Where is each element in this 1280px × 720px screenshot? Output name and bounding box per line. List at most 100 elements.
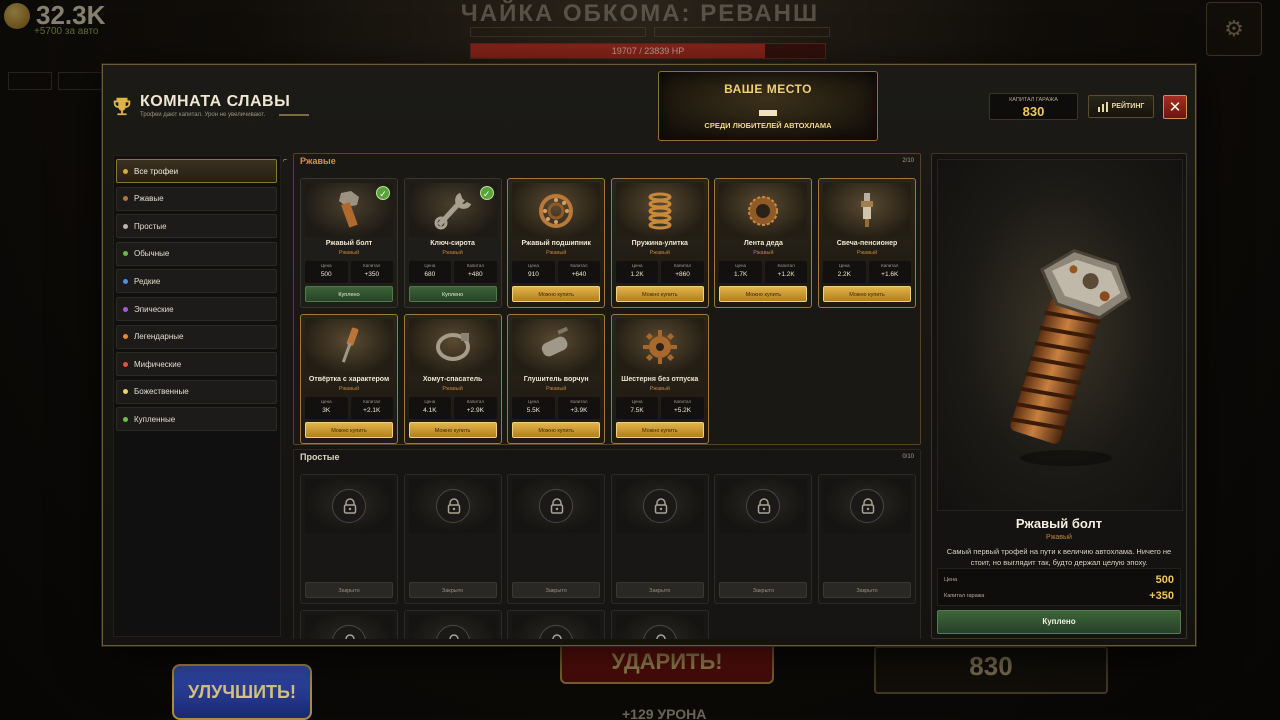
trophy-stats: Цена 680 Капитал +480 <box>408 261 497 283</box>
title-underline <box>279 114 309 116</box>
modal-subtitle: Трофеи дают капитал. Урон не увеличивают… <box>140 112 266 118</box>
capital-stat: Капитал +640 <box>557 261 601 283</box>
sidebar-item[interactable]: Легендарные <box>116 324 277 349</box>
clamp-icon <box>435 333 470 361</box>
capital-value: +3.9K <box>570 407 588 414</box>
sidebar-item[interactable]: Эпические <box>116 297 277 321</box>
sidebar-item[interactable]: Ржавые <box>116 186 277 211</box>
locked-trophy-image <box>615 615 704 639</box>
trophy-list[interactable]: Ржавые 2/10 ✓ Ржавый болт Ржавый Цена 500 Капит… <box>291 153 923 639</box>
buy-button[interactable]: Можно купить <box>823 286 911 302</box>
locked-button: Закрыто <box>408 582 497 598</box>
rusty-bolt-icon <box>1009 248 1132 466</box>
collapse-icon[interactable]: ⌐ <box>283 157 291 165</box>
price-label: Цена <box>424 263 436 268</box>
trophy-card[interactable]: Хомут-спасатель Ржавый Цена 4.1K Капитал +2.9… <box>403 314 502 444</box>
muffler-icon <box>542 326 569 357</box>
trophy-image: ✓ <box>305 183 393 237</box>
trophy-card[interactable]: ✓ Ржавый болт Ржавый Цена 500 Капитал +350 Купл… <box>300 178 398 308</box>
sidebar-item-label: Обычные <box>134 249 170 259</box>
buy-button[interactable]: Можно купить <box>615 286 704 302</box>
capital-label: Капитал <box>363 263 381 268</box>
buy-button[interactable]: Можно купить <box>305 422 393 438</box>
detail-price-row: Цена 500 <box>944 572 1174 588</box>
buy-button[interactable]: Можно купить <box>408 422 497 438</box>
sidebar-item-label: Ржавые <box>134 194 164 204</box>
price-label: Цена <box>735 263 747 268</box>
buy-button[interactable]: Можно купить <box>719 286 808 302</box>
trophy-stats: Цена 1.2K Капитал +860 <box>615 261 704 283</box>
modal-header: КОМНАТА СЛАВЫ Трофеи дают капитал. Урон … <box>103 65 1195 149</box>
your-place-title: ВАШЕ МЕСТО <box>724 82 812 96</box>
trophy-card[interactable]: Отвёртка с характером Ржавый Цена 3K Капитал… <box>300 314 398 444</box>
rating-button[interactable]: РЕЙТИНГ <box>1088 95 1154 118</box>
capital-stat: Капитал +860 <box>661 261 704 283</box>
sidebar-item[interactable]: Купленные <box>116 407 277 432</box>
category-dot-icon <box>123 168 128 174</box>
trophy-name: Свеча-пенсионер <box>836 240 898 247</box>
sidebar-item[interactable]: Простые <box>116 214 277 239</box>
locked-trophy-image <box>719 479 808 533</box>
trophy-card[interactable]: Ржавый подшипник Ржавый Цена 910 Капитал +640… <box>507 178 606 308</box>
trophy-card[interactable]: Шестерня без отпуска Ржавый Цена 7.5K Капита… <box>610 314 709 444</box>
lock-ring <box>642 625 677 639</box>
detail-description: Самый первый трофей на пути к величию ав… <box>946 547 1172 567</box>
trophy-name: Пружина-улитка <box>631 240 688 247</box>
trophy-image <box>512 319 601 373</box>
settings-gear-icon[interactable]: ⚙ <box>1206 2 1262 56</box>
detail-price-label: Цена <box>944 577 958 583</box>
trophy-card[interactable]: Лента деда Ржавый Цена 1.7K Капитал +1.2K Можн… <box>714 178 813 308</box>
category-dot-icon <box>123 251 128 257</box>
sidebar-item-label: Редкие <box>134 276 161 286</box>
check-icon: ✓ <box>376 186 390 200</box>
trophy-rarity: Ржавый <box>753 250 774 256</box>
trophy-stats: Цена 500 Капитал +350 <box>305 261 393 283</box>
trophy-detail-panel: Ржавый болт Ржавый Самый первый трофей н… <box>931 153 1187 639</box>
capital-label: Капитал <box>777 263 795 268</box>
price-label: Цена <box>631 399 643 404</box>
your-place-value <box>759 110 777 116</box>
sidebar-item[interactable]: Обычные <box>116 241 277 266</box>
detail-capital-row: Капитал гаража +350 <box>944 588 1174 604</box>
sidebar-item[interactable]: Божественные <box>116 379 277 404</box>
trophy-card[interactable]: Глушитель ворчун Ржавый Цена 5.5K Капитал +3.… <box>507 314 606 444</box>
upgrade-button[interactable]: УЛУЧШИТЬ! <box>172 664 312 720</box>
hall-of-fame-modal: КОМНАТА СЛАВЫ Трофеи дают капитал. Урон … <box>102 64 1196 646</box>
trophy-preview <box>937 159 1183 511</box>
locked-button: Закрыто <box>615 582 704 598</box>
hit-button[interactable]: УДАРИТЬ! <box>560 640 774 684</box>
buy-button[interactable]: Можно купить <box>615 422 704 438</box>
close-button[interactable]: ✕ <box>1163 95 1187 119</box>
bolt-icon <box>339 191 359 228</box>
sidebar-item[interactable]: Мифические <box>116 352 277 377</box>
locked-trophy-card: Закрыто <box>507 610 606 639</box>
sidebar-item[interactable]: Редкие <box>116 269 277 294</box>
trophy-card[interactable]: ✓ Ключ-сирота Ржавый Цена 680 Капитал +480 Купл… <box>403 178 502 308</box>
trophy-icon <box>113 97 131 116</box>
bought-button[interactable]: Куплено <box>408 286 497 302</box>
spring-icon <box>648 192 672 230</box>
price-value: 500 <box>320 271 332 278</box>
category-sidebar: Все трофеи Ржавые Простые Обычные Редкие Эпич… <box>113 155 281 637</box>
trophy-card[interactable]: Свеча-пенсионер Ржавый Цена 2.2K Капитал +1.6… <box>818 178 916 308</box>
detail-bought-button[interactable]: Куплено <box>937 610 1181 634</box>
bought-button[interactable]: Куплено <box>305 286 393 302</box>
capital-value: +860 <box>675 271 690 278</box>
buy-button[interactable]: Можно купить <box>512 422 601 438</box>
trophy-name: Ржавый подшипник <box>521 240 591 247</box>
trophy-card[interactable]: Пружина-улитка Ржавый Цена 1.2K Капитал +860 М… <box>610 178 709 308</box>
capital-label: Капитал <box>673 399 692 404</box>
locked-trophy-image <box>512 615 601 639</box>
detail-stats: Цена 500 Капитал гаража +350 <box>937 568 1181 606</box>
price-stat: Цена 910 <box>512 261 555 283</box>
price-value: 1.7K <box>733 271 748 278</box>
trophy-stats: Цена 5.5K Капитал +3.9K <box>512 397 601 419</box>
locked-trophy-card: Закрыто <box>818 474 916 604</box>
sidebar-item[interactable]: Все трофеи <box>116 159 277 183</box>
boss-title: ЧАЙКА ОБКОМА: РЕВАНШ <box>460 0 820 27</box>
price-value: 7.5K <box>630 407 644 414</box>
capital-stat: Капитал +1.2K <box>764 261 808 283</box>
category-dot-icon <box>123 306 128 312</box>
buy-button[interactable]: Можно купить <box>512 286 601 302</box>
detail-capital-label: Капитал гаража <box>944 593 985 599</box>
